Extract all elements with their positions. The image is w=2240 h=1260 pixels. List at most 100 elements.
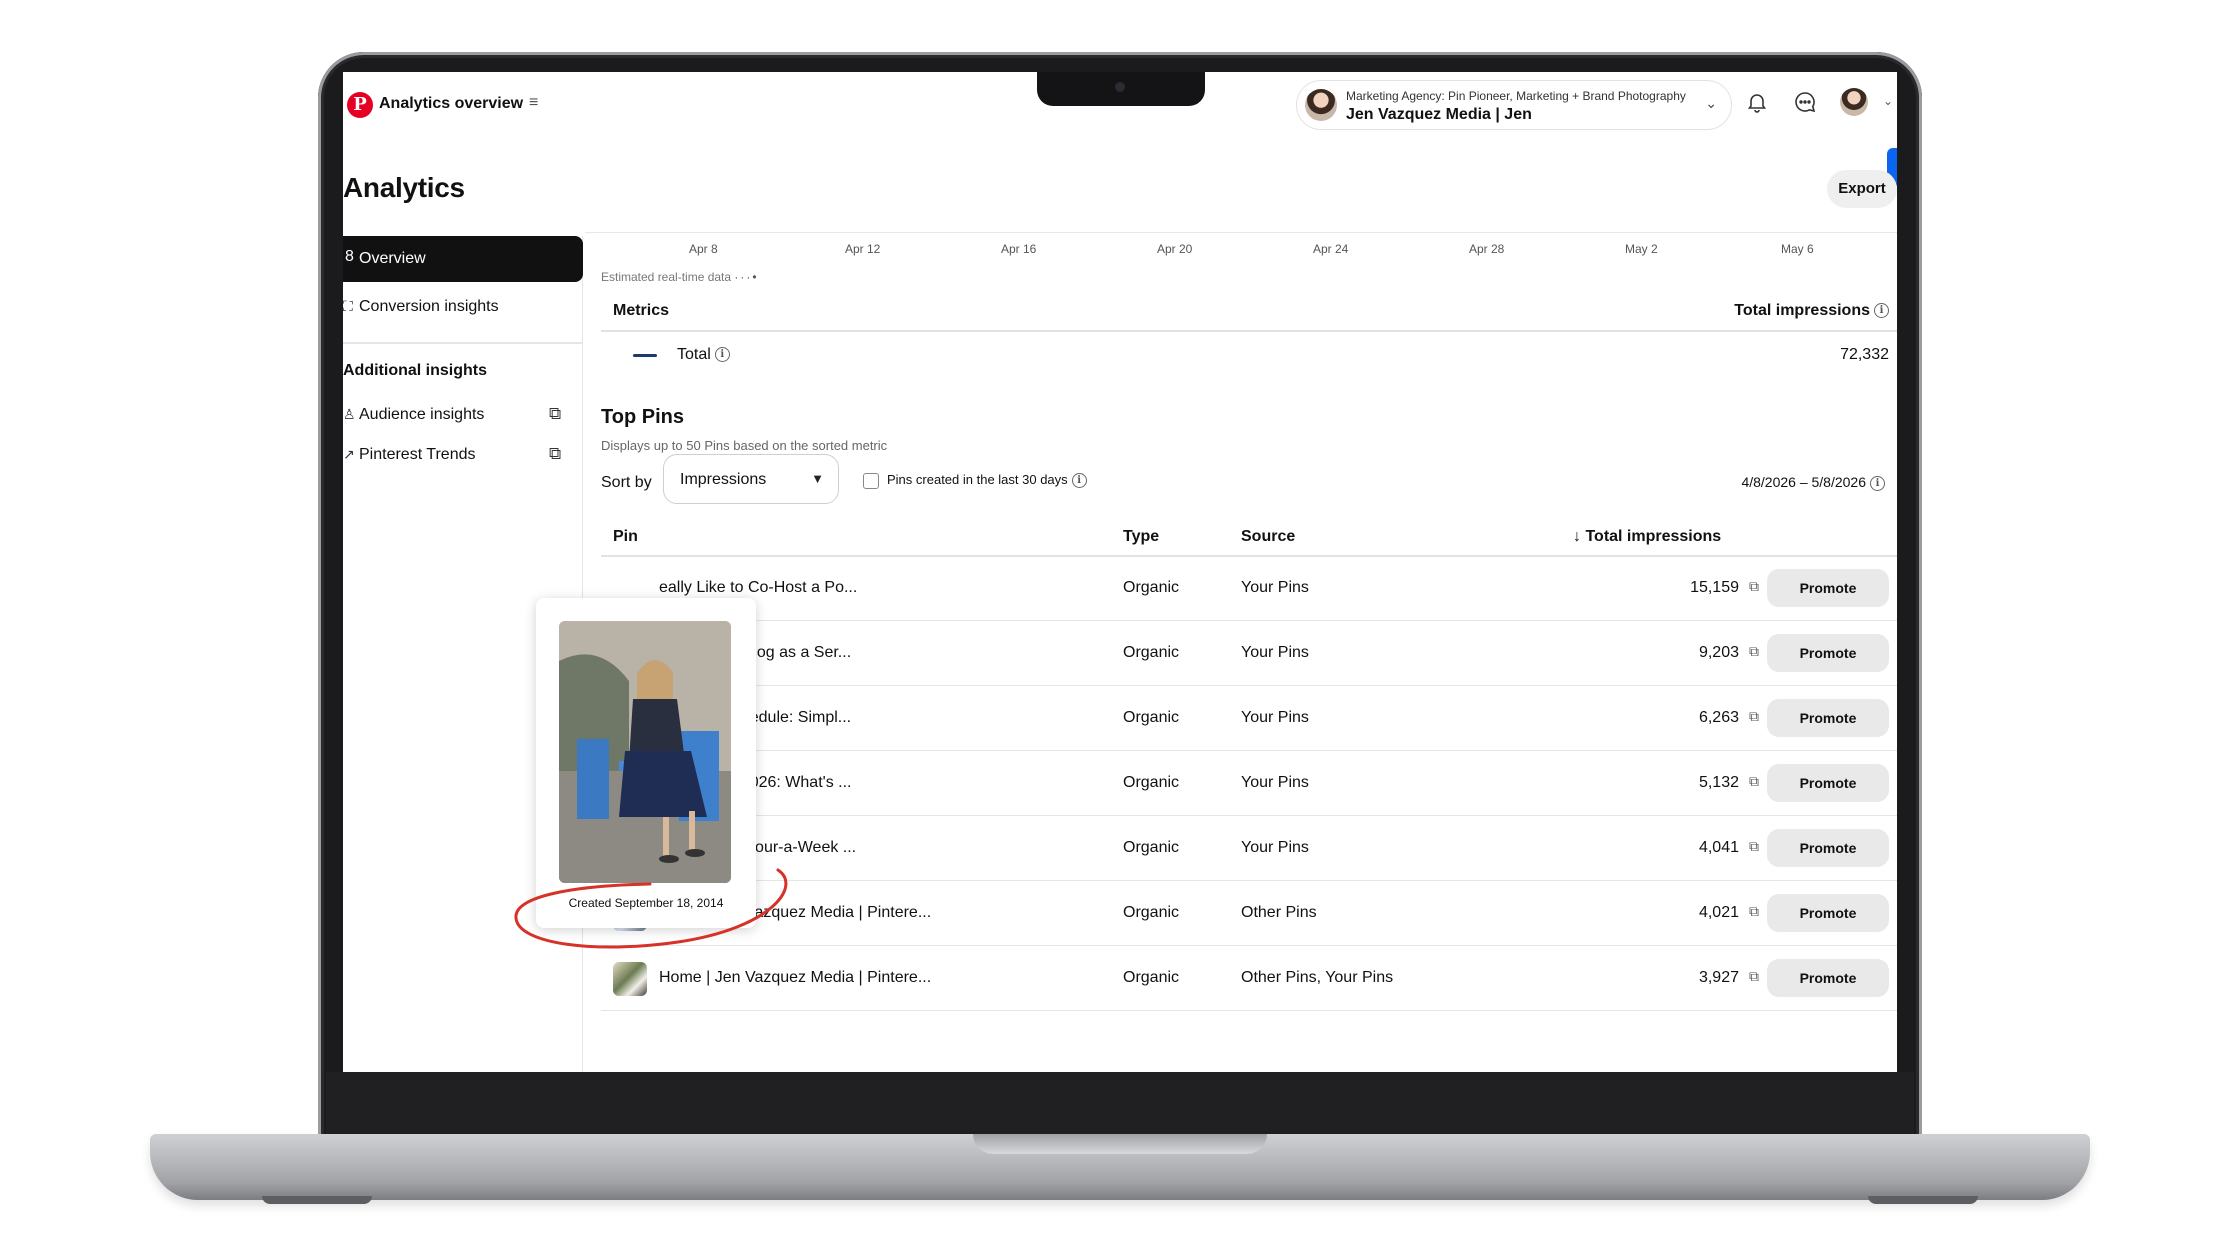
- pin-source: Other Pins, Your Pins: [1241, 969, 1394, 986]
- promote-button[interactable]: Promote: [1767, 764, 1889, 802]
- table-row[interactable]: oof Your Schedule: Simpl... Organic Your…: [601, 686, 1897, 751]
- pin-source: Other Pins: [1241, 904, 1317, 921]
- info-icon[interactable]: i: [1870, 475, 1885, 491]
- conversion-icon: ⛶: [343, 298, 353, 314]
- bell-icon[interactable]: [1743, 90, 1771, 118]
- total-legend-swatch: [633, 354, 657, 357]
- pin-source: Your Pins: [1241, 709, 1309, 726]
- account-description: Marketing Agency: Pin Pioneer, Marketing…: [1346, 89, 1686, 103]
- axis-tick: Apr 16: [1001, 242, 1037, 256]
- copy-icon[interactable]: ⧉: [1749, 903, 1759, 920]
- pin-type: Organic: [1123, 774, 1180, 791]
- table-row[interactable]: larketing in 2026: What's ... Organic Yo…: [601, 751, 1897, 816]
- pin-impressions: 4,041: [1698, 839, 1739, 856]
- checkbox-label-text: Pins created in the last 30 days: [887, 472, 1068, 487]
- column-header-pin: Pin: [613, 528, 638, 545]
- column-header-source: Source: [1241, 528, 1296, 545]
- promote-button[interactable]: Promote: [1767, 634, 1889, 672]
- top-pins-title: Top Pins: [601, 406, 684, 428]
- account-name: Jen Vazquez Media | Jen: [1346, 106, 1532, 123]
- metrics-column-header: Total impressions i: [1734, 302, 1889, 320]
- pin-type: Organic: [1123, 839, 1180, 856]
- total-value: 72,332: [1840, 346, 1889, 363]
- info-icon[interactable]: i: [714, 347, 730, 363]
- pinterest-logo-icon[interactable]: P: [347, 92, 373, 118]
- pin-type: Organic: [1123, 644, 1180, 661]
- info-icon[interactable]: i: [1874, 303, 1889, 319]
- column-header-impressions-label: Total impressions: [1585, 528, 1722, 545]
- realtime-note: Estimated real-time data ···•: [601, 270, 759, 284]
- total-label: Total i: [677, 346, 730, 364]
- audience-icon: ♙: [343, 406, 356, 422]
- export-button[interactable]: Export: [1827, 170, 1897, 208]
- account-switcher[interactable]: Marketing Agency: Pin Pioneer, Marketing…: [1296, 80, 1732, 130]
- menu-icon[interactable]: ≡: [529, 94, 538, 112]
- page-header-title: Analytics overview: [379, 95, 524, 112]
- sort-select-value: Impressions: [680, 471, 767, 488]
- pin-source: Your Pins: [1241, 579, 1309, 596]
- sidebar-item-label: Conversion insights: [359, 298, 499, 315]
- chevron-down-icon[interactable]: ⌄: [1883, 94, 1893, 108]
- promote-button[interactable]: Promote: [1767, 699, 1889, 737]
- copy-icon[interactable]: ⧉: [1749, 578, 1759, 595]
- promote-button[interactable]: Promote: [1767, 959, 1889, 997]
- copy-icon[interactable]: ⧉: [1749, 968, 1759, 985]
- promote-button[interactable]: Promote: [1767, 569, 1889, 607]
- date-range: 4/8/2026 – 5/8/2026 i: [1741, 474, 1885, 491]
- pin-title[interactable]: eally Like to Co-Host a Po...: [659, 579, 857, 597]
- info-icon[interactable]: i: [1071, 473, 1087, 489]
- camera-notch: [1037, 72, 1205, 106]
- pin-impressions: 15,159: [1690, 579, 1739, 596]
- sidebar-item-pinterest-trends[interactable]: ↗ Pinterest Trends ⧉: [343, 436, 583, 476]
- copy-icon[interactable]: ⧉: [1749, 838, 1759, 855]
- axis-tick: Apr 24: [1313, 242, 1349, 256]
- laptop-base-notch: [973, 1134, 1267, 1154]
- sort-select[interactable]: Impressions ▼: [663, 454, 839, 504]
- pin-title[interactable]: Home | Jen Vazquez Media | Pintere...: [659, 969, 931, 987]
- date-range-text: 4/8/2026 – 5/8/2026: [1741, 474, 1866, 490]
- table-row[interactable]: netize Your Blog as a Ser... Organic You…: [601, 621, 1897, 686]
- message-icon[interactable]: [1791, 90, 1819, 118]
- laptop-foot: [1868, 1196, 1978, 1204]
- recent-pins-checkbox[interactable]: [863, 473, 879, 489]
- axis-tick: May 2: [1625, 242, 1658, 256]
- page-title: Analytics: [343, 172, 465, 203]
- metrics-column-label: Total impressions: [1734, 302, 1870, 319]
- chevron-down-icon: ▼: [811, 471, 824, 486]
- chevron-down-icon: ⌄: [1705, 95, 1717, 111]
- profile-avatar[interactable]: [1840, 88, 1868, 116]
- pin-impressions: 9,203: [1698, 644, 1739, 661]
- pin-source: Your Pins: [1241, 839, 1309, 856]
- sort-desc-icon: ↓: [1573, 528, 1586, 545]
- sidebar-item-label: Pinterest Trends: [359, 446, 476, 463]
- account-avatar: [1305, 89, 1337, 121]
- sidebar-item-label: Overview: [359, 250, 426, 267]
- axis-tick: Apr 20: [1157, 242, 1193, 256]
- metrics-header: Metrics: [613, 302, 670, 319]
- axis-tick: Apr 28: [1469, 242, 1505, 256]
- realtime-note-label: Estimated real-time data: [601, 270, 732, 284]
- total-label-text: Total: [677, 346, 711, 363]
- sidebar-item-overview[interactable]: 8 Overview: [343, 236, 583, 282]
- copy-icon[interactable]: ⧉: [1749, 708, 1759, 725]
- divider: [343, 342, 583, 344]
- pin-impressions: 5,132: [1698, 774, 1739, 791]
- sidebar-item-audience-insights[interactable]: ♙ Audience insights ⧉: [343, 396, 583, 436]
- sort-label: Sort by: [601, 474, 652, 491]
- table-row[interactable]: eally Like to Co-Host a Po... Organic Yo…: [601, 556, 1897, 621]
- pin-source: Your Pins: [1241, 774, 1309, 791]
- pin-thumbnail[interactable]: [613, 962, 647, 996]
- sidebar-section-title: Additional insights: [343, 362, 487, 379]
- chart-baseline: [585, 232, 1897, 233]
- divider: [601, 330, 1897, 332]
- column-header-impressions[interactable]: ↓ Total impressions: [1573, 528, 1721, 546]
- pin-type: Organic: [1123, 709, 1180, 726]
- external-link-icon: ⧉: [549, 404, 562, 423]
- promote-button[interactable]: Promote: [1767, 894, 1889, 932]
- promote-button[interactable]: Promote: [1767, 829, 1889, 867]
- copy-icon[interactable]: ⧉: [1749, 643, 1759, 660]
- sidebar-item-conversion-insights[interactable]: ⛶ Conversion insights: [343, 288, 583, 328]
- hand-drawn-circle-annotation: [514, 868, 788, 949]
- laptop-foot: [262, 1196, 372, 1204]
- copy-icon[interactable]: ⧉: [1749, 773, 1759, 790]
